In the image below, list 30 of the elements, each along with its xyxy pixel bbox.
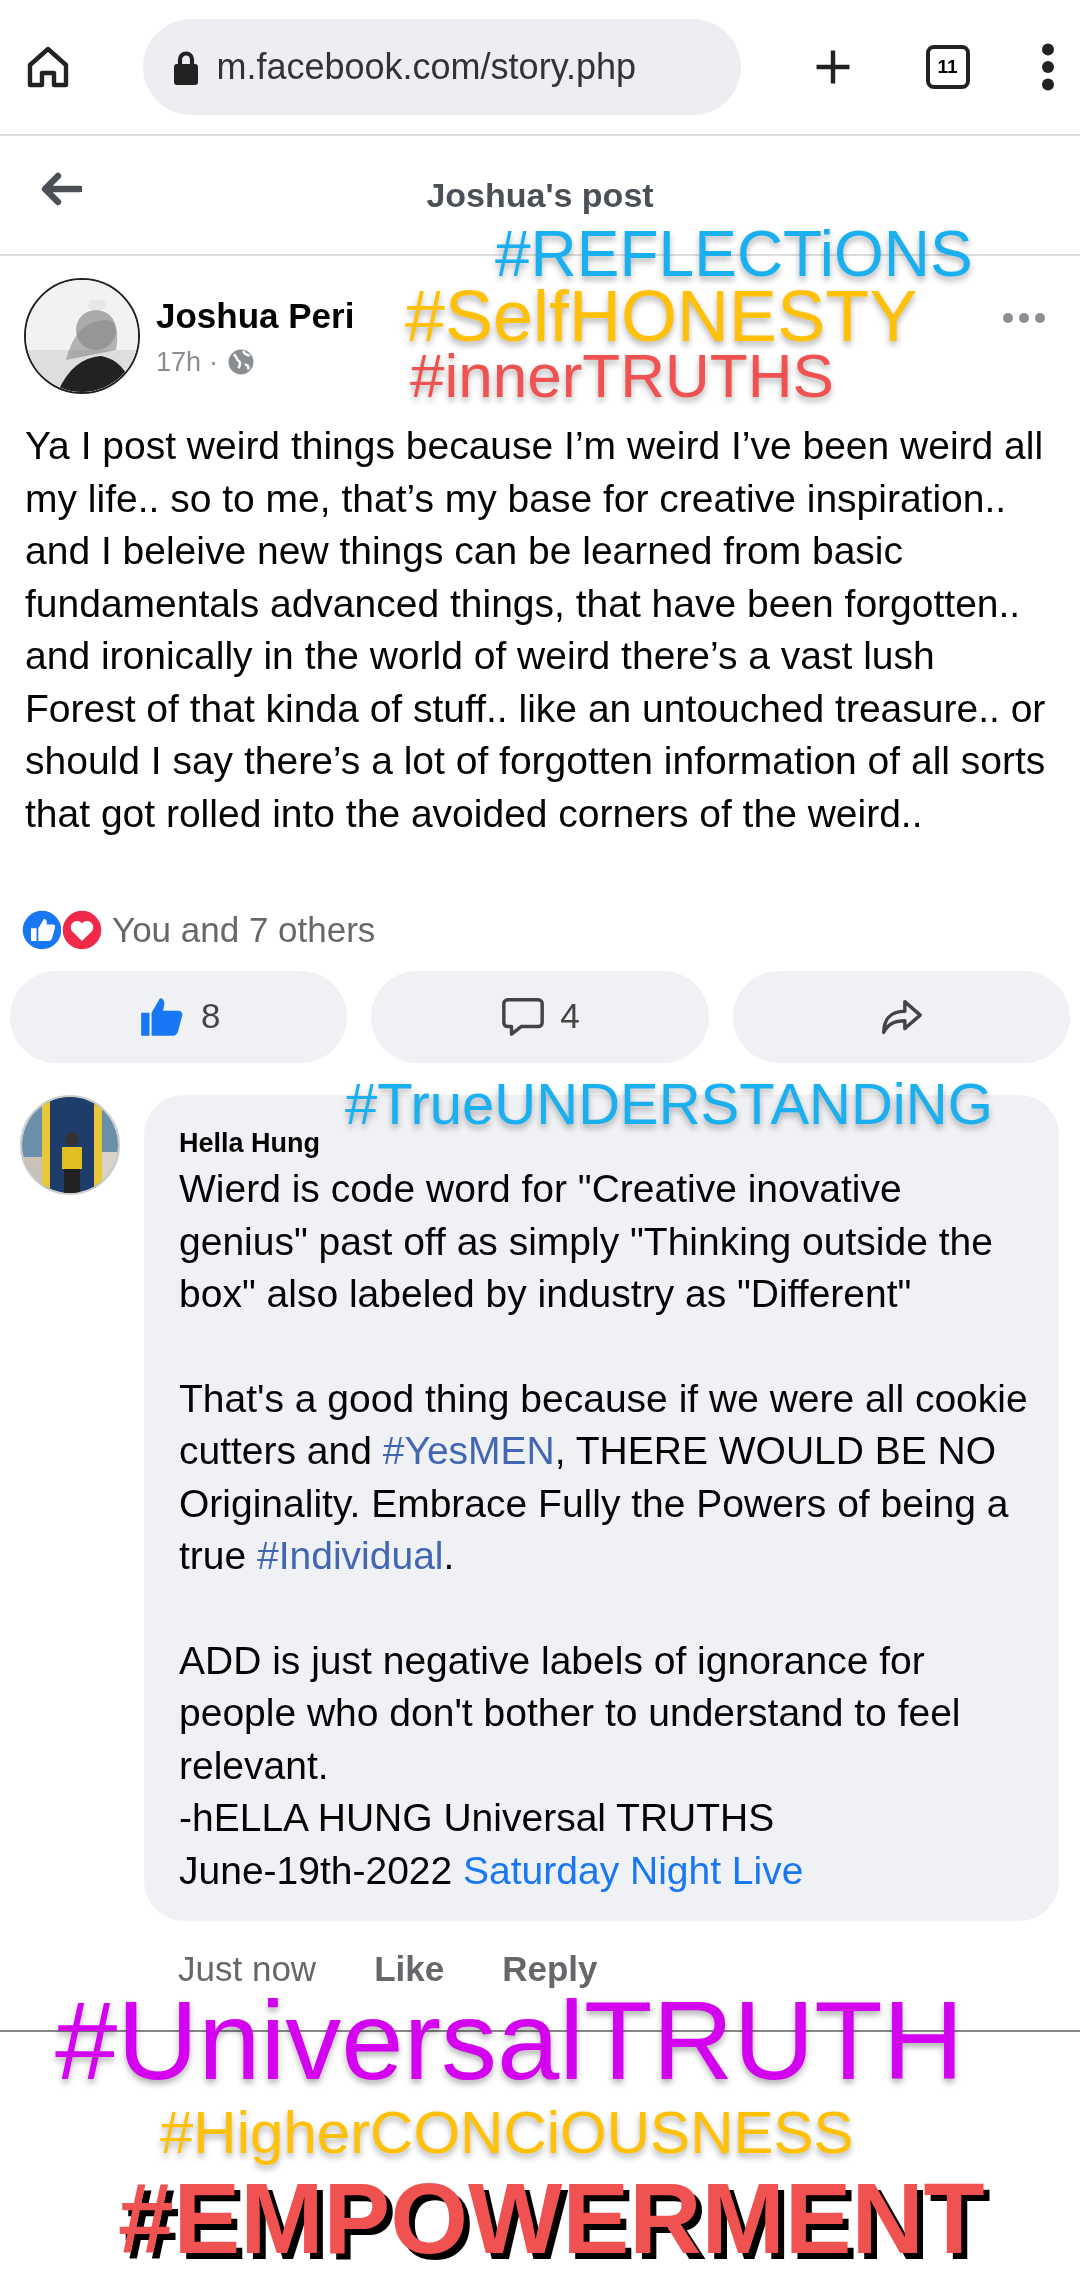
like-button[interactable]: 8 — [10, 970, 348, 1063]
url-text: m.facebook.com/story.php — [216, 45, 637, 89]
like-reaction-icon — [20, 908, 64, 953]
back-arrow-icon[interactable] — [40, 172, 82, 206]
comment-button[interactable]: 4 — [371, 970, 709, 1063]
page-title: Joshua's post — [426, 174, 654, 216]
like-link[interactable]: Like — [374, 1943, 445, 1996]
comment-text: Wierd is code word for "Creative inovative genius" past off as simply "Thinking outside the box" also labeled by industry as "Different" — [179, 1166, 994, 1317]
more-options-icon[interactable] — [1002, 312, 1046, 324]
hashtag-caption: #HigherCONCiOUSNESS — [160, 2103, 854, 2163]
reply-link[interactable]: Reply — [502, 1943, 598, 1996]
menu-icon[interactable] — [1040, 43, 1056, 91]
comment-text: ADD is just negative labels of ignorance for people who don't bother to understand to feel relevant. — [179, 1637, 962, 1789]
reaction-summary[interactable]: You and 7 others — [112, 904, 376, 957]
post-text: Ya I post weird things because I’m weird I’ve been weird all my life.. so to me, that’s my base for creative inspiration.. and I beleive new things can be learned from basic fundamentals advanced things, that have been forgotten.. and ironically in the world of weird there’s a vast lush Forest of that kinda of stuff.. like an untouched treasure.. or should I say there’s a lot of forgotten information of all sorts that got rolled into the avoided corners of the weird.. — [24, 423, 1047, 837]
love-reaction-icon — [60, 908, 104, 953]
hashtag-link[interactable]: #Individual — [257, 1534, 444, 1577]
text-link[interactable]: Saturday Night Live — [463, 1848, 804, 1892]
comment-text: That's a good thing because if we were all cookie cutters and #YesMEN, THERE WOULD BE NO Originality. Embrace Fully the Powers of being a true #Individual. — [179, 1375, 1029, 1579]
comment-time: Just now — [178, 1948, 317, 1990]
comment-text: -hELLA HUNG Universal TRUTHS — [179, 1795, 776, 1841]
commenter-name[interactable]: Hella Hung — [179, 1122, 320, 1163]
hashtag-caption: #TrueUNDERSTANDiNG — [345, 1075, 993, 1133]
author-name[interactable]: Joshua Peri — [156, 289, 355, 342]
post-time[interactable]: 17h — [156, 342, 202, 383]
hashtag-link[interactable]: #YesMEN — [382, 1429, 555, 1472]
address-bar[interactable]: m.facebook.com/story.php — [142, 19, 741, 115]
comment-text: June-19th-2022 Saturday Night Live — [179, 1847, 805, 1894]
separator-dot: · — [209, 346, 219, 379]
tab-count[interactable]: 11 — [925, 45, 970, 89]
